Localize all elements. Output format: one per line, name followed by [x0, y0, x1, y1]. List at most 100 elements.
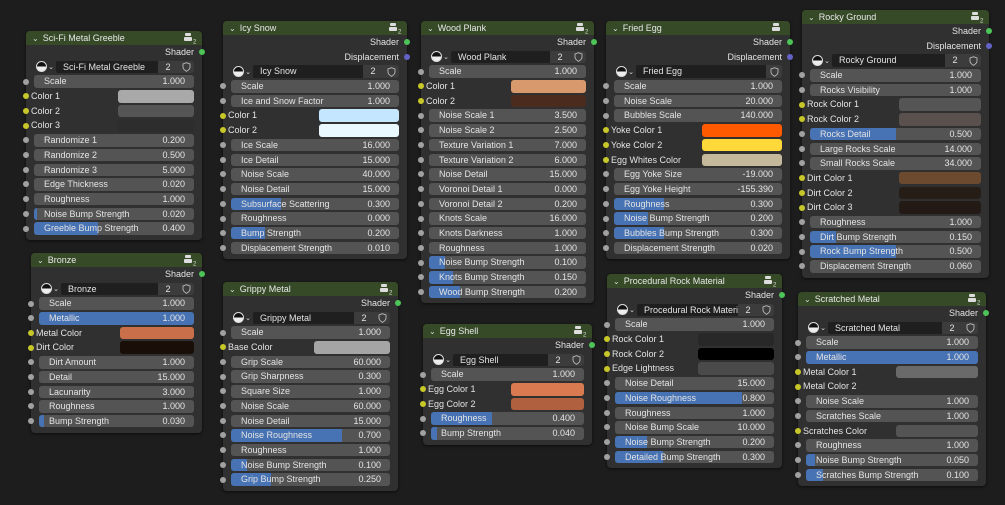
- value-field[interactable]: Noise Bump Strength 0.020: [34, 207, 194, 221]
- value-socket[interactable]: [418, 274, 424, 281]
- value-socket[interactable]: [23, 196, 29, 203]
- node-grippy-metal[interactable]: ⌄ Grippy Metal 2 Shader ⌄ Grippy Metal 2 S…: [220, 282, 401, 491]
- material-browse-button[interactable]: ⌄: [34, 61, 56, 74]
- value-socket[interactable]: [418, 259, 424, 266]
- value-field[interactable]: Square Size 1.000: [231, 385, 390, 398]
- color-socket[interactable]: [795, 369, 801, 376]
- value-socket[interactable]: [28, 315, 34, 322]
- material-name-field[interactable]: Procedural Rock Material: [637, 303, 738, 317]
- value-field[interactable]: Edge Thickness 0.020: [34, 178, 194, 191]
- node-group-icon[interactable]: [772, 22, 785, 34]
- value-field[interactable]: Roughness 0.300: [614, 197, 782, 211]
- value-socket[interactable]: [604, 395, 610, 402]
- value-field[interactable]: Detailed Bump Strength 0.300: [615, 450, 774, 464]
- color-swatch[interactable]: [119, 341, 194, 354]
- node-sci-fi-metal-greeble[interactable]: ⌄ Sci-Fi Metal Greeble 2 Shader ⌄ Sci-Fi M…: [23, 31, 205, 240]
- output-socket[interactable]: [395, 300, 401, 307]
- value-field[interactable]: Noise Bump Scale 10.000: [615, 421, 774, 434]
- value-socket[interactable]: [418, 68, 424, 75]
- value-socket[interactable]: [799, 233, 805, 240]
- material-name-field[interactable]: Fried Egg: [636, 65, 766, 78]
- value-field[interactable]: Roughness 1.000: [615, 406, 774, 419]
- value-field[interactable]: Metallic 1.000: [806, 351, 978, 364]
- output-socket[interactable]: [589, 342, 595, 349]
- value-socket[interactable]: [23, 78, 29, 85]
- value-socket[interactable]: [795, 339, 801, 346]
- color-swatch[interactable]: [510, 397, 584, 411]
- value-socket[interactable]: [220, 83, 226, 90]
- value-socket[interactable]: [795, 457, 801, 464]
- material-browse-button[interactable]: ⌄: [810, 54, 832, 67]
- fake-user-shield-icon[interactable]: [962, 321, 978, 335]
- value-field[interactable]: Noise Scale 2 2.500: [429, 124, 586, 137]
- collapse-chevron-icon[interactable]: ⌄: [229, 24, 236, 33]
- node-group-icon[interactable]: 2: [380, 283, 393, 295]
- value-socket[interactable]: [418, 215, 424, 222]
- value-socket[interactable]: [220, 171, 226, 178]
- value-socket[interactable]: [418, 127, 424, 134]
- value-socket[interactable]: [799, 145, 805, 152]
- material-name-field[interactable]: Egg Shell: [453, 353, 548, 367]
- material-browse-button[interactable]: ⌄: [429, 51, 451, 64]
- output-socket[interactable]: [986, 28, 992, 35]
- value-socket[interactable]: [220, 244, 226, 251]
- value-socket[interactable]: [23, 166, 29, 173]
- value-field[interactable]: Knots Darkness 1.000: [429, 226, 586, 240]
- node-egg-shell[interactable]: ⌄ Egg Shell 2 Shader ⌄ Egg Shell 2 Scale 1.…: [420, 324, 595, 445]
- fake-user-shield-icon[interactable]: [766, 65, 782, 78]
- value-socket[interactable]: [603, 215, 609, 222]
- node-icy-snow[interactable]: ⌄ Icy Snow 2 Shader Displacement ⌄ Icy Snow…: [220, 21, 410, 260]
- color-socket[interactable]: [799, 175, 805, 182]
- node-scratched-metal[interactable]: ⌄ Scratched Metal 2 Shader ⌄ Scratched Met…: [795, 292, 989, 487]
- node-header[interactable]: ⌄ Rocky Ground 2: [802, 10, 989, 24]
- value-socket[interactable]: [795, 354, 801, 361]
- color-socket[interactable]: [799, 189, 805, 196]
- node-bronze[interactable]: ⌄ Bronze 2 Shader ⌄ Bronze 2 Scale 1.000 Met…: [28, 253, 205, 433]
- value-field[interactable]: Noise Bump Strength 0.200: [614, 212, 782, 225]
- color-swatch[interactable]: [899, 186, 981, 200]
- color-socket[interactable]: [220, 112, 226, 119]
- collapse-chevron-icon[interactable]: ⌄: [612, 24, 619, 33]
- value-socket[interactable]: [420, 415, 426, 422]
- value-field[interactable]: Texture Variation 1 7.000: [429, 138, 586, 152]
- color-swatch[interactable]: [899, 113, 981, 126]
- value-socket[interactable]: [795, 471, 801, 478]
- value-field[interactable]: Bubbles Scale 140.000: [614, 109, 782, 122]
- value-socket[interactable]: [603, 200, 609, 207]
- value-socket[interactable]: [23, 152, 29, 159]
- value-field[interactable]: Rocks Visibility 1.000: [810, 83, 981, 97]
- value-socket[interactable]: [418, 171, 424, 178]
- value-socket[interactable]: [799, 160, 805, 167]
- color-socket[interactable]: [603, 127, 609, 134]
- collapse-chevron-icon[interactable]: ⌄: [613, 277, 620, 286]
- value-field[interactable]: Rock Bump Strength 0.500: [810, 245, 981, 258]
- fake-user-shield-icon[interactable]: [570, 50, 586, 64]
- value-field[interactable]: Roughness 1.000: [231, 443, 390, 457]
- value-field[interactable]: Scale 1.000: [615, 318, 774, 331]
- node-group-icon[interactable]: 2: [971, 11, 984, 23]
- value-field[interactable]: Randomize 1 0.200: [34, 134, 194, 147]
- node-header[interactable]: ⌄ Bronze 2: [31, 253, 202, 267]
- color-socket[interactable]: [420, 401, 426, 408]
- material-browse-button[interactable]: ⌄: [431, 354, 453, 367]
- material-users-count[interactable]: 2: [945, 54, 965, 67]
- value-socket[interactable]: [799, 248, 805, 255]
- value-field[interactable]: Noise Roughness 0.800: [615, 391, 774, 405]
- value-socket[interactable]: [220, 359, 226, 366]
- value-field[interactable]: Voronoi Detail 2 0.200: [429, 197, 586, 211]
- value-socket[interactable]: [28, 374, 34, 381]
- material-users-count[interactable]: 2: [738, 303, 758, 317]
- value-socket[interactable]: [799, 219, 805, 226]
- color-swatch[interactable]: [899, 201, 981, 214]
- value-field[interactable]: Lacunarity 3.000: [39, 385, 194, 398]
- value-socket[interactable]: [795, 442, 801, 449]
- fake-user-shield-icon[interactable]: [568, 353, 584, 367]
- value-socket[interactable]: [603, 186, 609, 193]
- color-socket[interactable]: [23, 93, 29, 100]
- collapse-chevron-icon[interactable]: ⌄: [37, 256, 44, 265]
- value-socket[interactable]: [799, 131, 805, 138]
- output-socket[interactable]: [404, 39, 410, 46]
- material-browse-button[interactable]: ⌄: [231, 312, 253, 325]
- node-header[interactable]: ⌄ Sci-Fi Metal Greeble 2: [26, 31, 202, 45]
- output-socket[interactable]: [591, 39, 597, 46]
